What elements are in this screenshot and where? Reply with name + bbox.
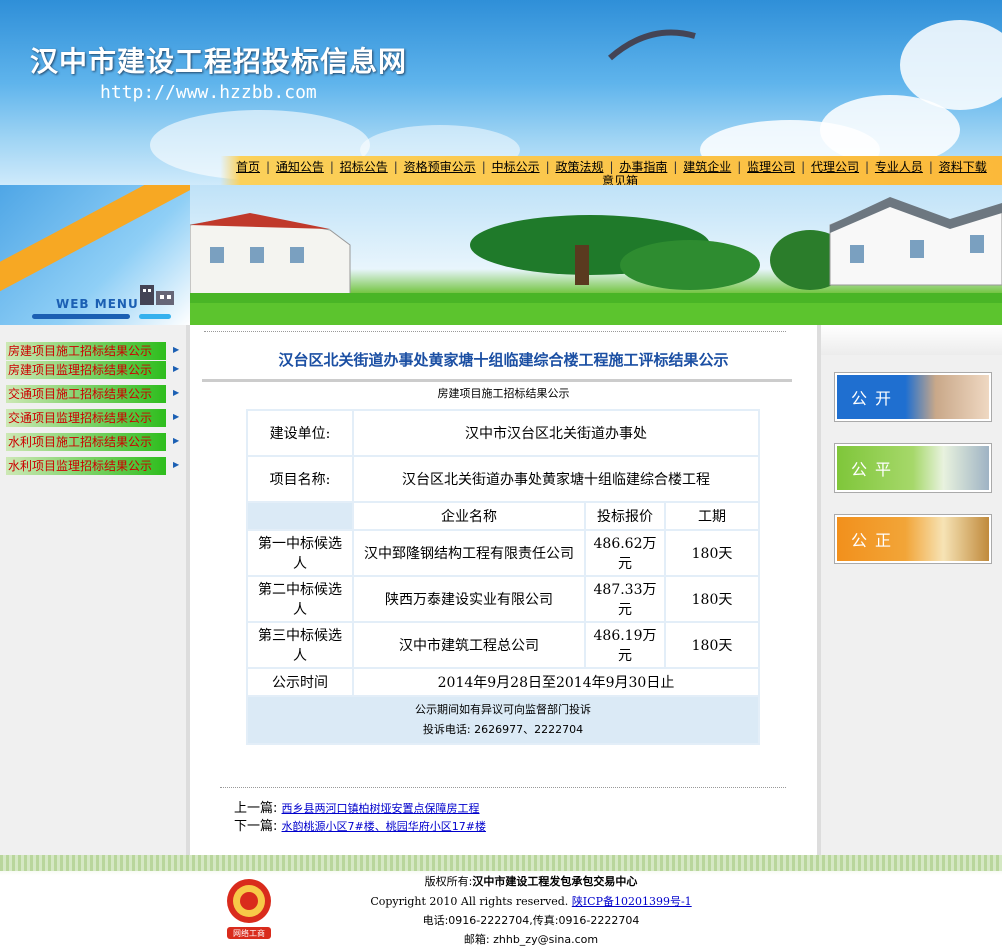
nav-companies[interactable]: 建筑企业 bbox=[683, 160, 731, 174]
period-cell: 180天 bbox=[666, 531, 758, 575]
main-content: 汉台区北关街道办事处黄家塘十组临建综合楼工程施工评标结果公示 房建项目施工招标结… bbox=[190, 325, 817, 855]
rank-cell: 第一中标候选人 bbox=[248, 531, 352, 575]
company-cell: 陕西万泰建设实业有限公司 bbox=[354, 577, 584, 621]
price-cell: 486.19万元 bbox=[586, 623, 664, 667]
footer-email: 邮箱: zhhb_zy@sina.com bbox=[463, 933, 599, 946]
arrow-right-icon: ▶ bbox=[173, 364, 180, 373]
nav-agency[interactable]: 代理公司 bbox=[811, 160, 859, 174]
nav-home[interactable]: 首页 bbox=[236, 160, 260, 174]
web-menu-header: WEB MENU bbox=[0, 185, 190, 325]
main-nav: 首页 | 通知公告 | 招标公告 | 资格预审公示 | 中标公示 | 政策法规 | 办事指南… bbox=[0, 156, 1002, 185]
arrow-right-icon: ▶ bbox=[173, 388, 180, 397]
prev-article: 上一篇: 西乡县两河口镇柏树垭安置点保障房工程 bbox=[234, 801, 480, 816]
house-icon bbox=[140, 285, 174, 305]
site-footer: 网络工商 版权所有:汉中市建设工程发包承包交易中心 Copyright 2010… bbox=[0, 855, 1002, 947]
prev-article-link[interactable]: 西乡县两河口镇柏树垭安置点保障房工程 bbox=[282, 802, 480, 815]
site-header: 汉中市建设工程招投标信息网 http://www.hzzbb.com 首页 | 通… bbox=[0, 0, 1002, 185]
nav-feedback[interactable]: 意见箱 bbox=[602, 174, 638, 185]
paraglider-icon bbox=[608, 29, 696, 61]
time-label: 公示时间 bbox=[248, 669, 352, 695]
col-period-header: 工期 bbox=[666, 503, 758, 529]
arrow-right-icon: ▶ bbox=[173, 436, 180, 445]
company-cell: 汉中市建筑工程总公司 bbox=[354, 623, 584, 667]
period-cell: 180天 bbox=[666, 623, 758, 667]
site-url: http://www.hzzbb.com bbox=[100, 82, 317, 103]
side-item-traffic-construction[interactable]: 交通项目施工招标结果公示 bbox=[6, 385, 166, 403]
promo-open[interactable]: 公开 bbox=[834, 372, 992, 422]
table-row: 第二中标候选人 陕西万泰建设实业有限公司 487.33万元 180天 bbox=[248, 577, 758, 621]
nav-notices[interactable]: 通知公告 bbox=[276, 160, 324, 174]
nav-policy[interactable]: 政策法规 bbox=[555, 160, 603, 174]
period-cell: 180天 bbox=[666, 577, 758, 621]
nav-downloads[interactable]: 资料下载 bbox=[939, 160, 987, 174]
promo-just[interactable]: 公正 bbox=[834, 514, 992, 564]
icp-link[interactable]: 陕ICP备10201399号-1 bbox=[572, 895, 692, 908]
side-item-traffic-supervision[interactable]: 交通项目监理招标结果公示 bbox=[6, 409, 166, 427]
side-item-water-supervision[interactable]: 水利项目监理招标结果公示 bbox=[6, 457, 166, 475]
promo-fair[interactable]: 公平 bbox=[834, 443, 992, 493]
next-article-link[interactable]: 水韵桃源小区7#楼、桃园华府小区17#楼 bbox=[282, 820, 486, 833]
nav-professionals[interactable]: 专业人员 bbox=[875, 160, 923, 174]
footer-owner: 汉中市建设工程发包承包交易中心 bbox=[472, 875, 638, 888]
article-title: 汉台区北关街道办事处黄家塘十组临建综合楼工程施工评标结果公示 bbox=[278, 351, 729, 369]
col-price-header: 投标报价 bbox=[586, 503, 664, 529]
nav-supervision[interactable]: 监理公司 bbox=[747, 160, 795, 174]
left-sidebar: 房建项目施工招标结果公示 ▶ 房建项目监理招标结果公示 ▶ 交通项目施工招标结果… bbox=[0, 325, 190, 855]
arrow-right-icon: ▶ bbox=[173, 412, 180, 421]
next-article: 下一篇: 水韵桃源小区7#楼、桃园华府小区17#楼 bbox=[234, 819, 486, 834]
footer-phone: 电话:0916-2222704,传真:0916-2222704 bbox=[422, 914, 640, 927]
col-company-header: 企业名称 bbox=[354, 503, 584, 529]
header-banner bbox=[190, 185, 1002, 325]
arrow-right-icon: ▶ bbox=[173, 460, 180, 469]
rank-cell: 第二中标候选人 bbox=[248, 577, 352, 621]
article-category: 房建项目施工招标结果公示 bbox=[437, 387, 570, 400]
table-row: 第一中标候选人 汉中郅隆钢结构工程有限责任公司 486.62万元 180天 bbox=[248, 531, 758, 575]
time-value: 2014年9月28日至2014年9月30日止 bbox=[354, 669, 758, 695]
bid-result-table: 建设单位: 汉中市汉台区北关街道办事处 项目名称: 汉台区北关街道办事处黄家塘十… bbox=[246, 409, 760, 745]
table-row: 第三中标候选人 汉中市建筑工程总公司 486.19万元 180天 bbox=[248, 623, 758, 667]
rank-cell: 第三中标候选人 bbox=[248, 623, 352, 667]
company-cell: 汉中郅隆钢结构工程有限责任公司 bbox=[354, 531, 584, 575]
side-item-water-construction[interactable]: 水利项目施工招标结果公示 bbox=[6, 433, 166, 451]
side-item-housing-supervision[interactable]: 房建项目监理招标结果公示 bbox=[6, 361, 166, 379]
right-sidebar: 公开 公平 公正 bbox=[817, 325, 1002, 855]
price-cell: 486.62万元 bbox=[586, 531, 664, 575]
side-item-housing-construction[interactable]: 房建项目施工招标结果公示 bbox=[6, 342, 166, 360]
nav-award[interactable]: 中标公示 bbox=[492, 160, 540, 174]
project-label: 项目名称: bbox=[248, 457, 352, 501]
web-menu-title: WEB MENU bbox=[56, 297, 139, 311]
project-value: 汉台区北关街道办事处黄家塘十组临建综合楼工程 bbox=[354, 457, 758, 501]
owner-value: 汉中市汉台区北关街道办事处 bbox=[354, 411, 758, 455]
landscape-illustration bbox=[190, 197, 1002, 325]
owner-label: 建设单位: bbox=[248, 411, 352, 455]
complaint-note: 公示期间如有异议可向监督部门投诉 投诉电话: 2626977、2222704 bbox=[248, 697, 758, 743]
nav-prequal[interactable]: 资格预审公示 bbox=[404, 160, 476, 174]
arrow-right-icon: ▶ bbox=[173, 345, 180, 354]
nav-tenders[interactable]: 招标公告 bbox=[340, 160, 388, 174]
site-title: 汉中市建设工程招投标信息网 bbox=[30, 45, 408, 78]
price-cell: 487.33万元 bbox=[586, 577, 664, 621]
